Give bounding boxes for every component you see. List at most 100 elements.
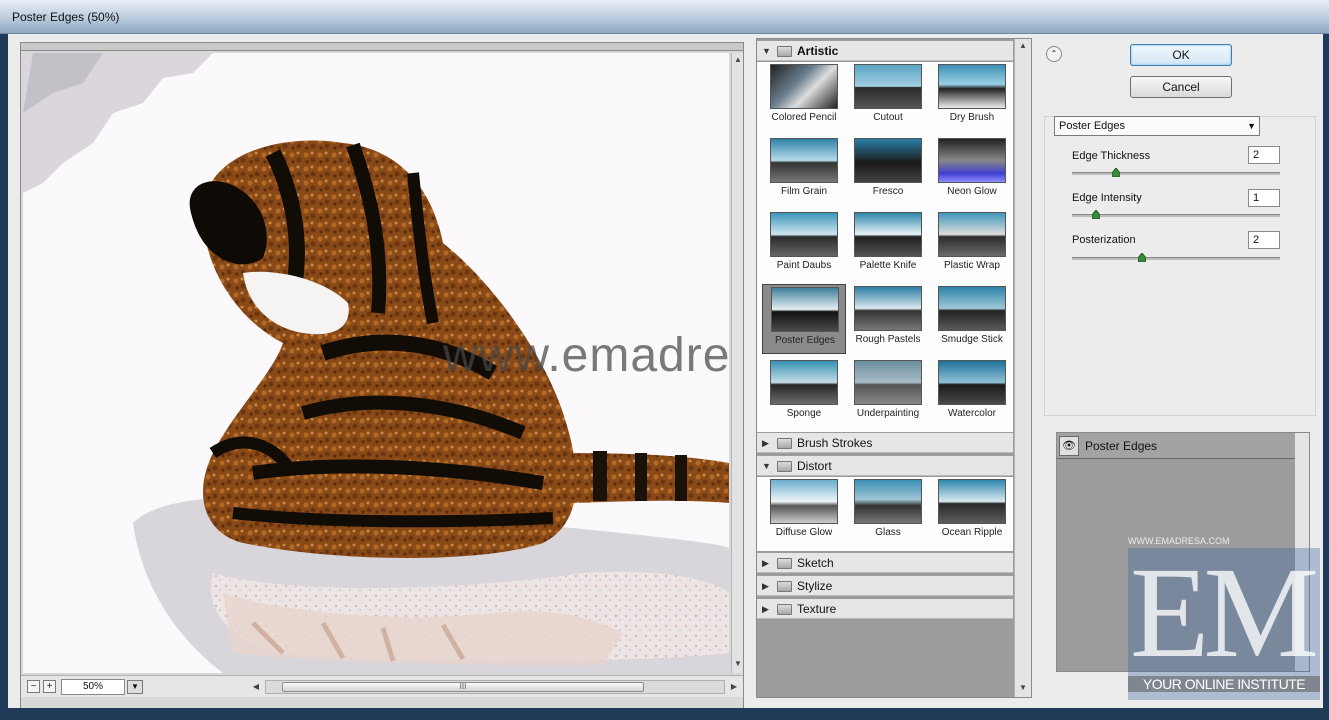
cancel-button[interactable]: Cancel — [1130, 76, 1232, 98]
category-sketch[interactable]: ▶ Sketch — [757, 553, 1013, 573]
scroll-up-icon[interactable]: ▲ — [732, 55, 744, 64]
filter-rough-pastels[interactable]: Rough Pastels — [846, 284, 930, 354]
filter-thumbnail — [938, 212, 1006, 257]
filter-smudge-stick[interactable]: Smudge Stick — [930, 284, 1014, 354]
scroll-down-icon[interactable]: ▼ — [732, 659, 744, 668]
effect-layer-row[interactable]: 👁 Poster Edges — [1057, 433, 1295, 459]
category-brush-strokes[interactable]: ▶ Brush Strokes — [757, 433, 1013, 453]
preview-vertical-scrollbar[interactable]: ▲ ▼ — [731, 53, 743, 673]
folder-icon — [777, 558, 792, 569]
filter-colored-pencil[interactable]: Colored Pencil — [762, 62, 846, 132]
watermark-site: www.emadresa.com — [443, 329, 729, 382]
filter-select-value: Poster Edges — [1059, 120, 1126, 132]
scroll-down-icon[interactable]: ▼ — [1017, 683, 1029, 692]
collapsed-triangle-icon: ▶ — [762, 604, 769, 614]
ok-button[interactable]: OK — [1130, 44, 1232, 66]
edge-thickness-field[interactable]: 2 — [1248, 146, 1280, 164]
window-bottom-edge — [0, 708, 1329, 720]
preview-pane: www.emadresa.com ▲ ▼ − + 50% ▼ ◀ III ▶ — [20, 42, 744, 710]
filter-label: Ocean Ripple — [941, 527, 1003, 538]
filter-label: Cutout — [873, 112, 903, 123]
filter-label: Colored Pencil — [771, 112, 837, 123]
zoom-dropdown-icon[interactable]: ▼ — [127, 680, 143, 694]
posterization-label: Posterization — [1072, 234, 1136, 246]
preview-zoom-bar: − + 50% ▼ ◀ III ▶ — [21, 675, 743, 697]
folder-icon — [777, 438, 792, 449]
filter-thumbnail — [854, 138, 922, 183]
filter-thumbnail — [770, 212, 838, 257]
zoom-in-button[interactable]: + — [43, 680, 56, 693]
filter-neon-glow[interactable]: Neon Glow — [930, 136, 1014, 206]
filter-poster-edges[interactable]: Poster Edges — [762, 284, 846, 354]
slider-thumb-icon[interactable] — [1112, 168, 1120, 177]
filter-thumbnail — [770, 64, 838, 109]
filter-label: Plastic Wrap — [944, 260, 1000, 271]
category-label: Sketch — [797, 556, 834, 570]
filter-label: Glass — [875, 527, 901, 538]
filter-thumbnail — [938, 138, 1006, 183]
filter-cutout[interactable]: Cutout — [846, 62, 930, 132]
scroll-up-icon[interactable]: ▲ — [1017, 41, 1029, 50]
horizontal-scroll-thumb[interactable]: III — [282, 682, 644, 692]
filter-select[interactable]: Poster Edges ▼ — [1054, 116, 1260, 136]
preview-horizontal-scrollbar[interactable]: ◀ III ▶ — [253, 680, 737, 694]
category-label: Distort — [797, 459, 832, 473]
eye-icon[interactable]: 👁 — [1059, 436, 1079, 456]
expanded-triangle-icon: ▼ — [762, 46, 771, 56]
preview-top-border — [21, 43, 743, 51]
zoom-out-button[interactable]: − — [27, 680, 40, 693]
filter-label: Fresco — [872, 186, 904, 197]
edge-intensity-label: Edge Intensity — [1072, 192, 1142, 204]
filter-label: Rough Pastels — [855, 334, 921, 345]
collapsed-triangle-icon: ▶ — [762, 558, 769, 568]
filter-fresco[interactable]: Fresco — [846, 136, 930, 206]
scroll-right-icon[interactable]: ▶ — [728, 682, 740, 691]
zoom-level-field[interactable]: 50% — [61, 679, 125, 695]
edge-intensity-field[interactable]: 1 — [1248, 189, 1280, 207]
filter-thumbnail — [938, 360, 1006, 405]
distort-thumbnails: Diffuse Glow Glass Ocean Ripple — [757, 477, 1013, 551]
filter-paint-daubs[interactable]: Paint Daubs — [762, 210, 846, 280]
category-stylize[interactable]: ▶ Stylize — [757, 576, 1013, 596]
preview-canvas[interactable]: www.emadresa.com — [23, 53, 729, 673]
filter-label: Poster Edges — [774, 335, 836, 346]
filter-label: Dry Brush — [949, 112, 995, 123]
filter-plastic-wrap[interactable]: Plastic Wrap — [930, 210, 1014, 280]
filter-label: Sponge — [786, 408, 822, 419]
slider-thumb-icon[interactable] — [1092, 210, 1100, 219]
filter-underpainting[interactable]: Underpainting — [846, 358, 930, 428]
folder-icon — [777, 604, 792, 615]
filter-film-grain[interactable]: Film Grain — [762, 136, 846, 206]
collapse-gallery-button[interactable]: ⌃ — [1046, 46, 1062, 62]
folder-icon — [777, 581, 792, 592]
filter-thumbnail — [854, 286, 922, 331]
gallery-scrollbar[interactable]: ▲ ▼ — [1014, 39, 1031, 697]
category-distort[interactable]: ▼ Distort — [757, 456, 1013, 476]
folder-icon — [777, 461, 792, 472]
category-texture[interactable]: ▶ Texture — [757, 599, 1013, 619]
filter-diffuse-glow[interactable]: Diffuse Glow — [762, 477, 846, 547]
filter-palette-knife[interactable]: Palette Knife — [846, 210, 930, 280]
posterization-field[interactable]: 2 — [1248, 231, 1280, 249]
filter-watercolor[interactable]: Watercolor — [930, 358, 1014, 428]
edge-thickness-label: Edge Thickness — [1072, 150, 1151, 162]
filter-thumbnail — [770, 360, 838, 405]
filter-label: Underpainting — [856, 408, 920, 419]
folder-icon — [777, 46, 792, 57]
category-artistic[interactable]: ▼ Artistic — [757, 41, 1013, 61]
title-bar[interactable]: Poster Edges (50%) — [0, 0, 1329, 34]
filter-ocean-ripple[interactable]: Ocean Ripple — [930, 477, 1014, 547]
artistic-thumbnails: Colored Pencil Cutout Dry Brush Film Gra… — [757, 62, 1013, 432]
filter-thumbnail — [854, 360, 922, 405]
filter-dry-brush[interactable]: Dry Brush — [930, 62, 1014, 132]
filter-sponge[interactable]: Sponge — [762, 358, 846, 428]
scroll-left-icon[interactable]: ◀ — [250, 682, 262, 691]
expanded-triangle-icon: ▼ — [762, 461, 771, 471]
category-label: Brush Strokes — [797, 436, 873, 450]
slider-thumb-icon[interactable] — [1138, 253, 1146, 262]
edge-thickness-slider[interactable] — [1072, 168, 1280, 177]
posterization-slider[interactable] — [1072, 253, 1280, 262]
edge-intensity-slider[interactable] — [1072, 210, 1280, 219]
filter-thumbnail — [854, 212, 922, 257]
filter-glass[interactable]: Glass — [846, 477, 930, 547]
